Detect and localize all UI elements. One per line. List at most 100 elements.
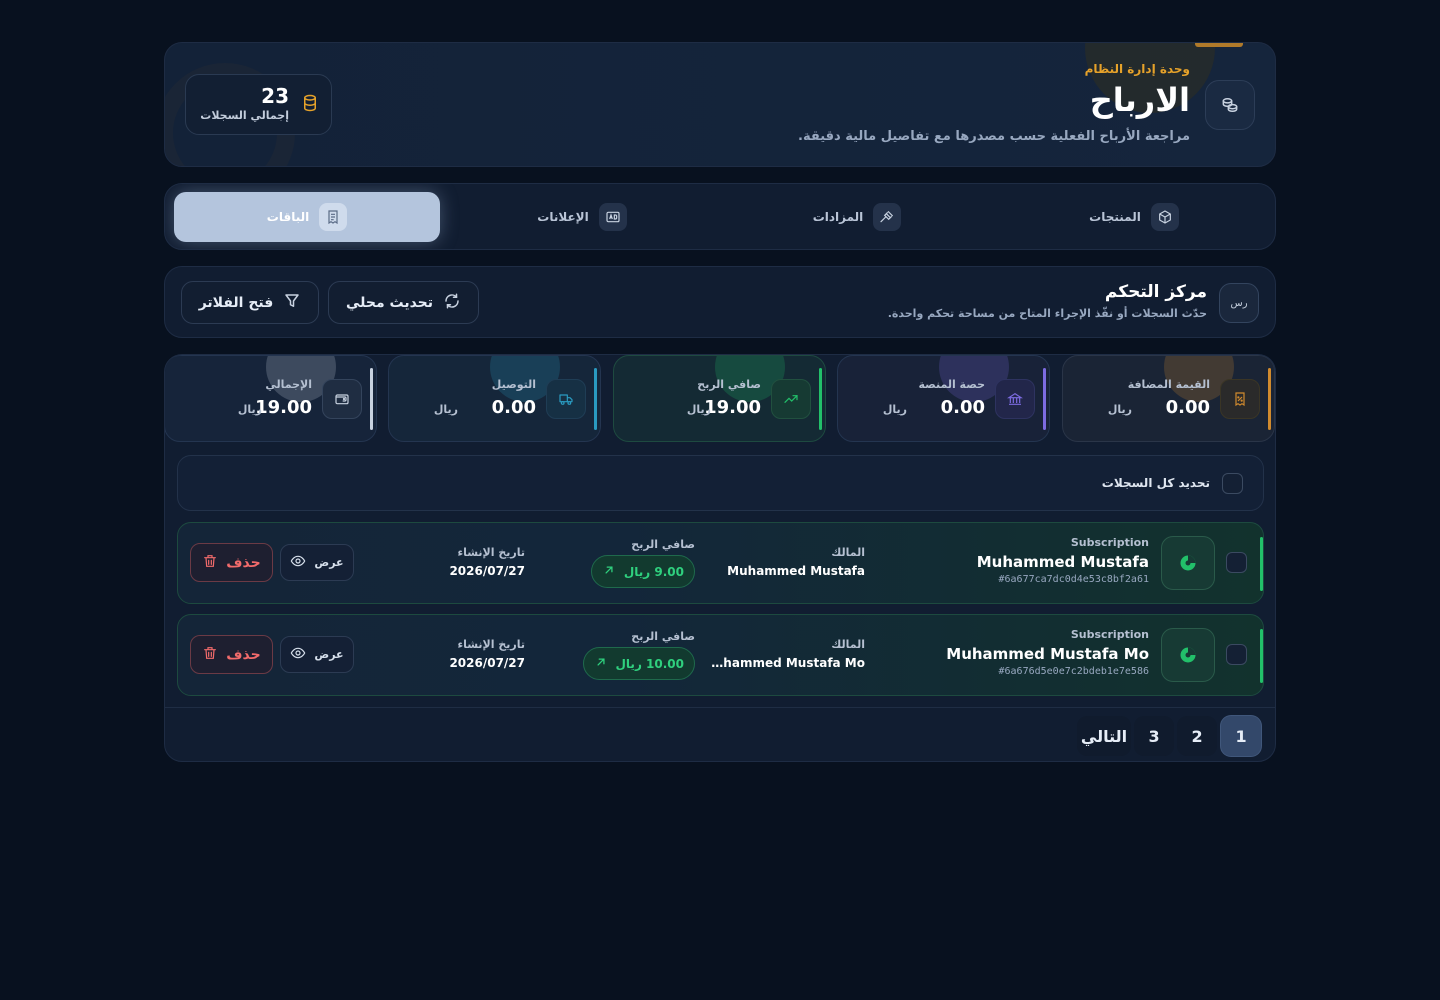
row-id: #6a676d5e0e7c2bdeb1e7e586 <box>998 666 1149 677</box>
select-all-bar: تحديد كل السجلات <box>177 455 1264 511</box>
stat-platform-share: حصة المنصة 0.00 ريال <box>837 355 1050 442</box>
pie-chart-icon <box>1161 628 1215 682</box>
view-label: عرض <box>314 556 344 569</box>
arrow-up-right-icon <box>602 563 616 580</box>
stat-value: 0.00 <box>1165 397 1210 418</box>
row-name: Muhammed Mustafa <box>976 553 1149 571</box>
filters-label: فتح الفلاتر <box>198 294 274 311</box>
row-accent <box>1260 629 1263 683</box>
tab-label: المنتجات <box>1089 210 1141 224</box>
gavel-icon <box>873 203 902 231</box>
stat-value: 0.00 <box>940 397 985 418</box>
stat-label: صافي الربح <box>697 378 761 391</box>
refresh-button[interactable]: تحديث محلي <box>328 281 479 324</box>
table-row: Subscription Muhammed Mustafa Mo #6a676d… <box>177 614 1264 696</box>
total-records-count: 23 <box>261 84 289 108</box>
stat-label: الإجمالي <box>265 378 312 391</box>
pie-chart-icon <box>1161 536 1215 590</box>
pagination-divider <box>165 707 1275 708</box>
tab-auctions[interactable]: المزادات <box>724 192 990 242</box>
filter-icon <box>283 292 301 314</box>
currency-badge: رس <box>1219 283 1259 323</box>
stat-value: 19.00 <box>704 397 761 418</box>
delete-label: حذف <box>226 554 261 571</box>
tab-label: الإعلانات <box>537 210 589 224</box>
trash-icon <box>202 645 218 665</box>
view-label: عرض <box>314 648 344 661</box>
stat-label: حصة المنصة <box>918 378 985 391</box>
stat-currency: ريال <box>686 403 711 416</box>
profit-label: صافي الربح <box>631 538 695 551</box>
date-label: تاريخ الإنشاء <box>457 546 525 559</box>
control-subtitle: حدّث السجلات أو نفّذ الإجراء المتاح من م… <box>887 307 1207 320</box>
profit-pill: 10.00 ريال <box>582 647 695 680</box>
date-value: 2026/07/27 <box>449 656 525 670</box>
date-label: تاريخ الإنشاء <box>457 638 525 651</box>
row-name: Muhammed Mustafa Mo <box>946 645 1149 663</box>
trending-up-icon <box>771 379 811 419</box>
stat-edge <box>1043 368 1046 430</box>
delete-button[interactable]: حذف <box>190 543 273 582</box>
trash-icon <box>202 553 218 573</box>
ad-icon <box>598 203 627 231</box>
page-header: وحدة إدارة النظام الارباح مراجعة الأرباح… <box>164 42 1276 167</box>
owner-label: المالك <box>831 546 865 559</box>
stat-currency: ريال <box>882 403 907 416</box>
row-checkbox[interactable] <box>1226 644 1247 665</box>
eye-icon <box>290 553 306 572</box>
page-subtitle: مراجعة الأرباح الفعلية حسب مصدرها مع تفا… <box>798 129 1190 144</box>
delete-label: حذف <box>226 646 261 663</box>
tab-label: الباقات <box>266 210 310 224</box>
database-icon <box>301 94 319 116</box>
row-accent <box>1260 537 1263 591</box>
control-title: مركز التحكم <box>1104 282 1207 302</box>
wallet-icon <box>322 379 362 419</box>
profit-label: صافي الربح <box>631 630 695 643</box>
records-panel: القيمة المضافة 0.00 ريال حصة المنصة 0.00… <box>164 354 1276 762</box>
tab-ads[interactable]: الإعلانات <box>449 192 715 242</box>
stat-edge <box>594 368 597 430</box>
owner-label: المالك <box>831 638 865 651</box>
control-center: رس مركز التحكم حدّث السجلات أو نفّذ الإج… <box>164 266 1276 338</box>
page-3-button[interactable]: 3 <box>1134 716 1174 756</box>
stat-value: 0.00 <box>491 397 536 418</box>
next-page-button[interactable]: التالي <box>1077 716 1131 756</box>
open-filters-button[interactable]: فتح الفلاتر <box>181 281 319 324</box>
stat-delivery: التوصيل 0.00 ريال <box>388 355 601 442</box>
table-row: Subscription Muhammed Mustafa #6a677ca7d… <box>177 522 1264 604</box>
stat-net-profit: صافي الربح 19.00 ريال <box>613 355 826 442</box>
profit-value: 10.00 ريال <box>615 656 684 671</box>
total-records-box: 23 إجمالي السجلات <box>185 74 332 135</box>
row-id: #6a677ca7dc0d4e53c8bf2a61 <box>998 574 1149 585</box>
profit-pill: 9.00 ريال <box>590 555 695 588</box>
row-checkbox[interactable] <box>1226 552 1247 573</box>
stat-currency: ريال <box>433 403 458 416</box>
stat-total: الإجمالي 19.00 ريال <box>165 355 377 442</box>
owner-value: Muhammed Mustafa Mo <box>710 656 865 670</box>
arrow-up-right-icon <box>594 655 608 672</box>
box-icon <box>1150 203 1179 231</box>
bank-icon <box>995 379 1035 419</box>
eye-icon <box>290 645 306 664</box>
delete-button[interactable]: حذف <box>190 635 273 674</box>
owner-value: Muhammed Mustafa <box>727 564 865 578</box>
row-type: Subscription <box>1070 628 1149 641</box>
total-records-label: إجمالي السجلات <box>200 109 289 122</box>
receipt-icon <box>319 203 348 231</box>
select-all-checkbox[interactable] <box>1222 473 1243 494</box>
stat-label: التوصيل <box>491 378 536 391</box>
stat-currency: ريال <box>1107 403 1132 416</box>
page-2-button[interactable]: 2 <box>1177 716 1217 756</box>
stat-value: 19.00 <box>255 397 312 418</box>
page-1-button[interactable]: 1 <box>1221 716 1261 756</box>
tab-products[interactable]: المنتجات <box>1001 192 1267 242</box>
coins-icon <box>1205 80 1255 130</box>
row-type: Subscription <box>1070 536 1149 549</box>
view-button[interactable]: عرض <box>280 636 354 673</box>
refresh-label: تحديث محلي <box>345 294 434 311</box>
view-button[interactable]: عرض <box>280 544 354 581</box>
tab-packages[interactable]: الباقات <box>174 192 440 242</box>
stat-edge <box>370 368 373 430</box>
stat-vat: القيمة المضافة 0.00 ريال <box>1062 355 1275 442</box>
truck-icon <box>546 379 586 419</box>
